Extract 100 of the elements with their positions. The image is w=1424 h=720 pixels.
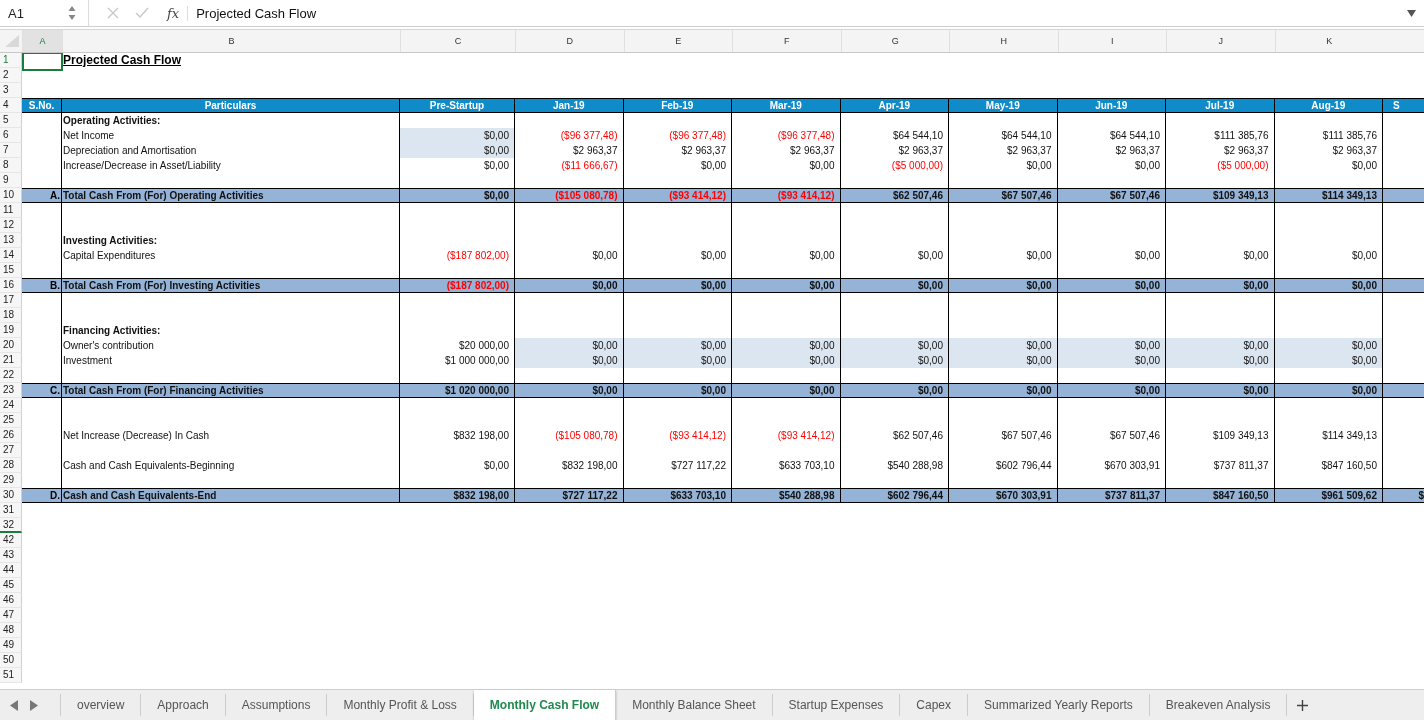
table-cell: $2 963,37 (732, 143, 841, 158)
row-number[interactable]: 3 (0, 83, 22, 98)
next-sheet-icon[interactable] (30, 699, 38, 711)
table-cell: $2 963,37 (1274, 143, 1383, 158)
row-number[interactable]: 30 (0, 488, 22, 503)
column-heading: Apr-19 (840, 98, 949, 113)
formula-field[interactable]: Projected Cash Flow (187, 5, 1407, 21)
table-cell: $602 796,44 (949, 458, 1058, 473)
column-header[interactable]: A (22, 30, 62, 52)
row-number[interactable]: 32 (0, 518, 22, 533)
sheet-tab[interactable]: Monthly Profit & Loss (327, 694, 474, 716)
function-button[interactable]: fx (167, 5, 180, 21)
row-number[interactable]: 25 (0, 413, 22, 428)
table-cell: Total Cash From (For) Financing Activities (62, 383, 400, 398)
sheet-title: Projected Cash Flow (63, 53, 182, 67)
table-cell: $64 544,10 (840, 128, 949, 143)
caret-icon[interactable] (1407, 9, 1416, 17)
table-cell: $0,00 (840, 248, 949, 263)
table-cell: ($93 414,12) (732, 188, 841, 203)
name-box[interactable]: A1 (0, 5, 68, 21)
row-number[interactable]: 1 (0, 53, 22, 68)
table-cell: $0,00 (840, 338, 949, 353)
row-number[interactable]: 43 (0, 548, 22, 563)
row-number[interactable]: 7 (0, 143, 22, 158)
row-number[interactable]: 15 (0, 263, 22, 278)
column-header[interactable]: J (1166, 30, 1275, 52)
row-number[interactable]: 42 (0, 533, 22, 548)
column-header[interactable]: H (949, 30, 1058, 52)
table-cell: ($96 377,48) (515, 128, 624, 143)
row-number[interactable]: 24 (0, 398, 22, 413)
sheet-tab[interactable]: Capex (900, 694, 968, 716)
sheet-tab[interactable]: Breakeven Analysis (1149, 694, 1288, 716)
table-cell: $0,00 (623, 158, 732, 173)
add-sheet-icon[interactable] (1297, 699, 1309, 711)
row-number[interactable]: 18 (0, 308, 22, 323)
table-cell: $0,00 (1274, 248, 1383, 263)
stepper-icon[interactable] (68, 5, 76, 21)
column-header[interactable]: E (623, 30, 732, 52)
row-number[interactable]: 45 (0, 578, 22, 593)
row-number[interactable]: 29 (0, 473, 22, 488)
row-number[interactable]: 9 (0, 173, 22, 188)
row-number[interactable]: 31 (0, 503, 22, 518)
table-cell: $0,00 (1166, 383, 1275, 398)
sheet-tab[interactable]: Monthly Balance Sheet (616, 694, 773, 716)
table-cell: $0,00 (515, 248, 624, 263)
sheet-tab[interactable]: Startup Expenses (772, 694, 901, 716)
table-cell: $0,00 (1274, 158, 1383, 173)
row-number[interactable]: 12 (0, 218, 22, 233)
sheet-tab[interactable]: Assumptions (225, 694, 328, 716)
table-cell: ($187 802,00) (400, 248, 515, 263)
table-cell: Increase/Decrease in Asset/Liability (62, 158, 400, 173)
table-cell: Investment (62, 353, 400, 368)
table-cell: D. (22, 488, 62, 503)
table-cell: A. (22, 188, 62, 203)
table-cell: $0,00 (732, 158, 841, 173)
column-header[interactable]: G (840, 30, 949, 52)
row-number[interactable]: 11 (0, 203, 22, 218)
row-number[interactable]: 46 (0, 593, 22, 608)
column-header[interactable]: C (400, 30, 515, 52)
row-number[interactable]: 21 (0, 353, 22, 368)
row-number[interactable]: 16 (0, 278, 22, 293)
row-number[interactable]: 17 (0, 293, 22, 308)
row-number[interactable]: 49 (0, 638, 22, 653)
table-cell: $0,00 (1166, 278, 1275, 293)
table-cell: $0,00 (1057, 338, 1166, 353)
row-number[interactable]: 2 (0, 68, 22, 83)
row-number[interactable]: 47 (0, 608, 22, 623)
sheet-tab[interactable]: Approach (141, 694, 226, 716)
row-number[interactable]: 23 (0, 383, 22, 398)
table-cell: $0,00 (623, 278, 732, 293)
row-number[interactable]: 50 (0, 653, 22, 668)
sheet-tab[interactable]: Summarized Yearly Reports (968, 694, 1150, 716)
sheet-tab[interactable]: Monthly Cash Flow (473, 690, 617, 720)
row-number[interactable]: 4 (0, 98, 22, 113)
column-header[interactable]: F (732, 30, 841, 52)
row-number[interactable]: 28 (0, 458, 22, 473)
sheet-tab[interactable]: overview (61, 694, 142, 716)
row-number[interactable]: 27 (0, 443, 22, 458)
row-number[interactable]: 26 (0, 428, 22, 443)
row-number[interactable]: 48 (0, 623, 22, 638)
row-number[interactable]: 22 (0, 368, 22, 383)
row-number[interactable]: 10 (0, 188, 22, 203)
row-number[interactable]: 51 (0, 668, 22, 683)
column-header[interactable]: K (1274, 30, 1383, 52)
row-number[interactable]: 19 (0, 323, 22, 338)
column-header[interactable]: B (62, 30, 400, 52)
table-cell: $111 385,76 (1166, 128, 1275, 143)
row-number[interactable]: 5 (0, 113, 22, 128)
column-header[interactable]: D (515, 30, 624, 52)
row-number[interactable]: 8 (0, 158, 22, 173)
previous-sheet-icon[interactable] (10, 699, 18, 711)
column-header[interactable]: I (1057, 30, 1166, 52)
row-number[interactable]: 44 (0, 563, 22, 578)
row-number[interactable]: 14 (0, 248, 22, 263)
table-cell: $109 349,13 (1166, 188, 1275, 203)
table-cell: Owner's contribution (62, 338, 400, 353)
table-cell (1383, 188, 1424, 203)
row-number[interactable]: 6 (0, 128, 22, 143)
row-number[interactable]: 20 (0, 338, 22, 353)
row-number[interactable]: 13 (0, 233, 22, 248)
